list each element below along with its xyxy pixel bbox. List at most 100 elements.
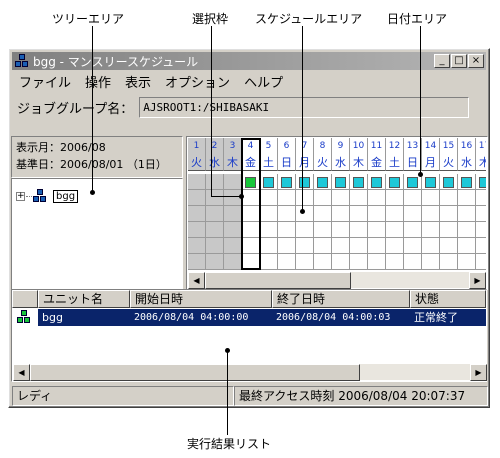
schedule-cell[interactable]: [332, 254, 350, 270]
schedule-cell[interactable]: [458, 190, 476, 206]
day-column-9[interactable]: 9水: [332, 138, 350, 270]
schedule-cell[interactable]: [350, 206, 368, 222]
day-column-6[interactable]: 6日: [278, 138, 296, 270]
schedule-cell[interactable]: [386, 174, 404, 190]
schedule-cell[interactable]: [314, 254, 332, 270]
schedule-cell[interactable]: [368, 206, 386, 222]
schedule-cell[interactable]: [422, 254, 440, 270]
schedule-cell[interactable]: [440, 222, 458, 238]
column-end-time[interactable]: 終了日時: [272, 290, 410, 308]
schedule-cell[interactable]: [332, 222, 350, 238]
schedule-cell[interactable]: [278, 190, 296, 206]
schedule-cell[interactable]: [224, 174, 242, 190]
schedule-cell[interactable]: [440, 254, 458, 270]
schedule-cell[interactable]: [350, 174, 368, 190]
tree-node-bgg[interactable]: bgg: [53, 189, 79, 203]
day-column-8[interactable]: 8火: [314, 138, 332, 270]
schedule-cell[interactable]: [476, 206, 486, 222]
menu-operation[interactable]: 操作: [78, 72, 118, 91]
schedule-cell[interactable]: [296, 206, 314, 222]
schedule-cell[interactable]: [278, 174, 296, 190]
schedule-cell[interactable]: [404, 206, 422, 222]
result-horizontal-scrollbar[interactable]: ◀ ▶: [13, 363, 487, 381]
scroll-right-button[interactable]: ▶: [469, 272, 486, 289]
tree-row[interactable]: + bgg: [16, 189, 79, 203]
schedule-horizontal-scrollbar[interactable]: ◀ ▶: [188, 271, 486, 289]
schedule-cell[interactable]: [368, 222, 386, 238]
schedule-cell[interactable]: [224, 238, 242, 254]
schedule-cell[interactable]: [458, 222, 476, 238]
schedule-cell[interactable]: [188, 190, 206, 206]
schedule-cell[interactable]: [260, 190, 278, 206]
schedule-cell[interactable]: [350, 254, 368, 270]
day-column-1[interactable]: 1火: [188, 138, 206, 270]
schedule-cell[interactable]: [404, 190, 422, 206]
schedule-cell[interactable]: [278, 206, 296, 222]
schedule-cell[interactable]: [476, 174, 486, 190]
schedule-cell[interactable]: [386, 190, 404, 206]
schedule-cell[interactable]: [440, 190, 458, 206]
schedule-cell[interactable]: [260, 174, 278, 190]
schedule-cell[interactable]: [314, 174, 332, 190]
day-column-7[interactable]: 7月: [296, 138, 314, 270]
schedule-cell[interactable]: [458, 206, 476, 222]
schedule-cell[interactable]: [350, 190, 368, 206]
schedule-cell[interactable]: [332, 190, 350, 206]
schedule-cell[interactable]: [296, 254, 314, 270]
schedule-cell[interactable]: [386, 254, 404, 270]
day-column-16[interactable]: 16 水: [458, 138, 476, 270]
schedule-cell[interactable]: [206, 238, 224, 254]
schedule-cell[interactable]: [296, 190, 314, 206]
minimize-button[interactable]: _: [434, 54, 450, 68]
day-column-10[interactable]: 10 木: [350, 138, 368, 270]
schedule-cell[interactable]: [278, 254, 296, 270]
schedule-cell[interactable]: [188, 206, 206, 222]
schedule-cell[interactable]: [314, 222, 332, 238]
schedule-cell[interactable]: [188, 254, 206, 270]
schedule-cell[interactable]: [224, 222, 242, 238]
title-bar[interactable]: bgg - マンスリースケジュール _ □ ×: [12, 52, 486, 70]
schedule-cell[interactable]: [368, 254, 386, 270]
schedule-cell[interactable]: [368, 174, 386, 190]
schedule-cell[interactable]: [188, 174, 206, 190]
day-column-15[interactable]: 15 火: [440, 138, 458, 270]
schedule-cell[interactable]: [224, 206, 242, 222]
schedule-cell[interactable]: [422, 222, 440, 238]
menu-file[interactable]: ファイル: [12, 72, 78, 91]
menu-help[interactable]: ヘルプ: [237, 72, 290, 91]
schedule-cell[interactable]: [422, 206, 440, 222]
schedule-cell[interactable]: [458, 254, 476, 270]
schedule-cell[interactable]: [422, 174, 440, 190]
schedule-cell[interactable]: [332, 206, 350, 222]
day-column-5[interactable]: 5土: [260, 138, 278, 270]
schedule-cell[interactable]: [206, 206, 224, 222]
schedule-cell[interactable]: [260, 254, 278, 270]
schedule-cell[interactable]: [404, 238, 422, 254]
day-column-17[interactable]: 17木: [476, 138, 486, 270]
schedule-cell[interactable]: [386, 206, 404, 222]
schedule-cell[interactable]: [314, 238, 332, 254]
schedule-cell[interactable]: [476, 238, 486, 254]
schedule-cell[interactable]: [296, 222, 314, 238]
schedule-cell[interactable]: [476, 254, 486, 270]
expand-icon[interactable]: +: [16, 191, 25, 201]
schedule-cell[interactable]: [188, 222, 206, 238]
column-unit-name[interactable]: ユニット名: [38, 290, 130, 308]
table-row[interactable]: bgg 2006/08/04 04:00:00 2006/08/04 04:00…: [12, 309, 486, 326]
schedule-cell[interactable]: [386, 222, 404, 238]
result-scroll-right-button[interactable]: ▶: [470, 364, 487, 381]
schedule-cell[interactable]: [260, 238, 278, 254]
schedule-cell[interactable]: [440, 238, 458, 254]
schedule-cell[interactable]: [404, 222, 422, 238]
schedule-cell[interactable]: [206, 190, 224, 206]
column-start-time[interactable]: 開始日時: [130, 290, 272, 308]
schedule-cell[interactable]: [386, 238, 404, 254]
day-column-14[interactable]: 14 月: [422, 138, 440, 270]
scroll-thumb[interactable]: [205, 272, 351, 289]
maximize-button[interactable]: □: [451, 54, 467, 68]
day-column-11[interactable]: 11 金: [368, 138, 386, 270]
result-scroll-left-button[interactable]: ◀: [13, 364, 30, 381]
schedule-cell[interactable]: [188, 238, 206, 254]
schedule-cell[interactable]: [422, 190, 440, 206]
schedule-cell[interactable]: [350, 222, 368, 238]
